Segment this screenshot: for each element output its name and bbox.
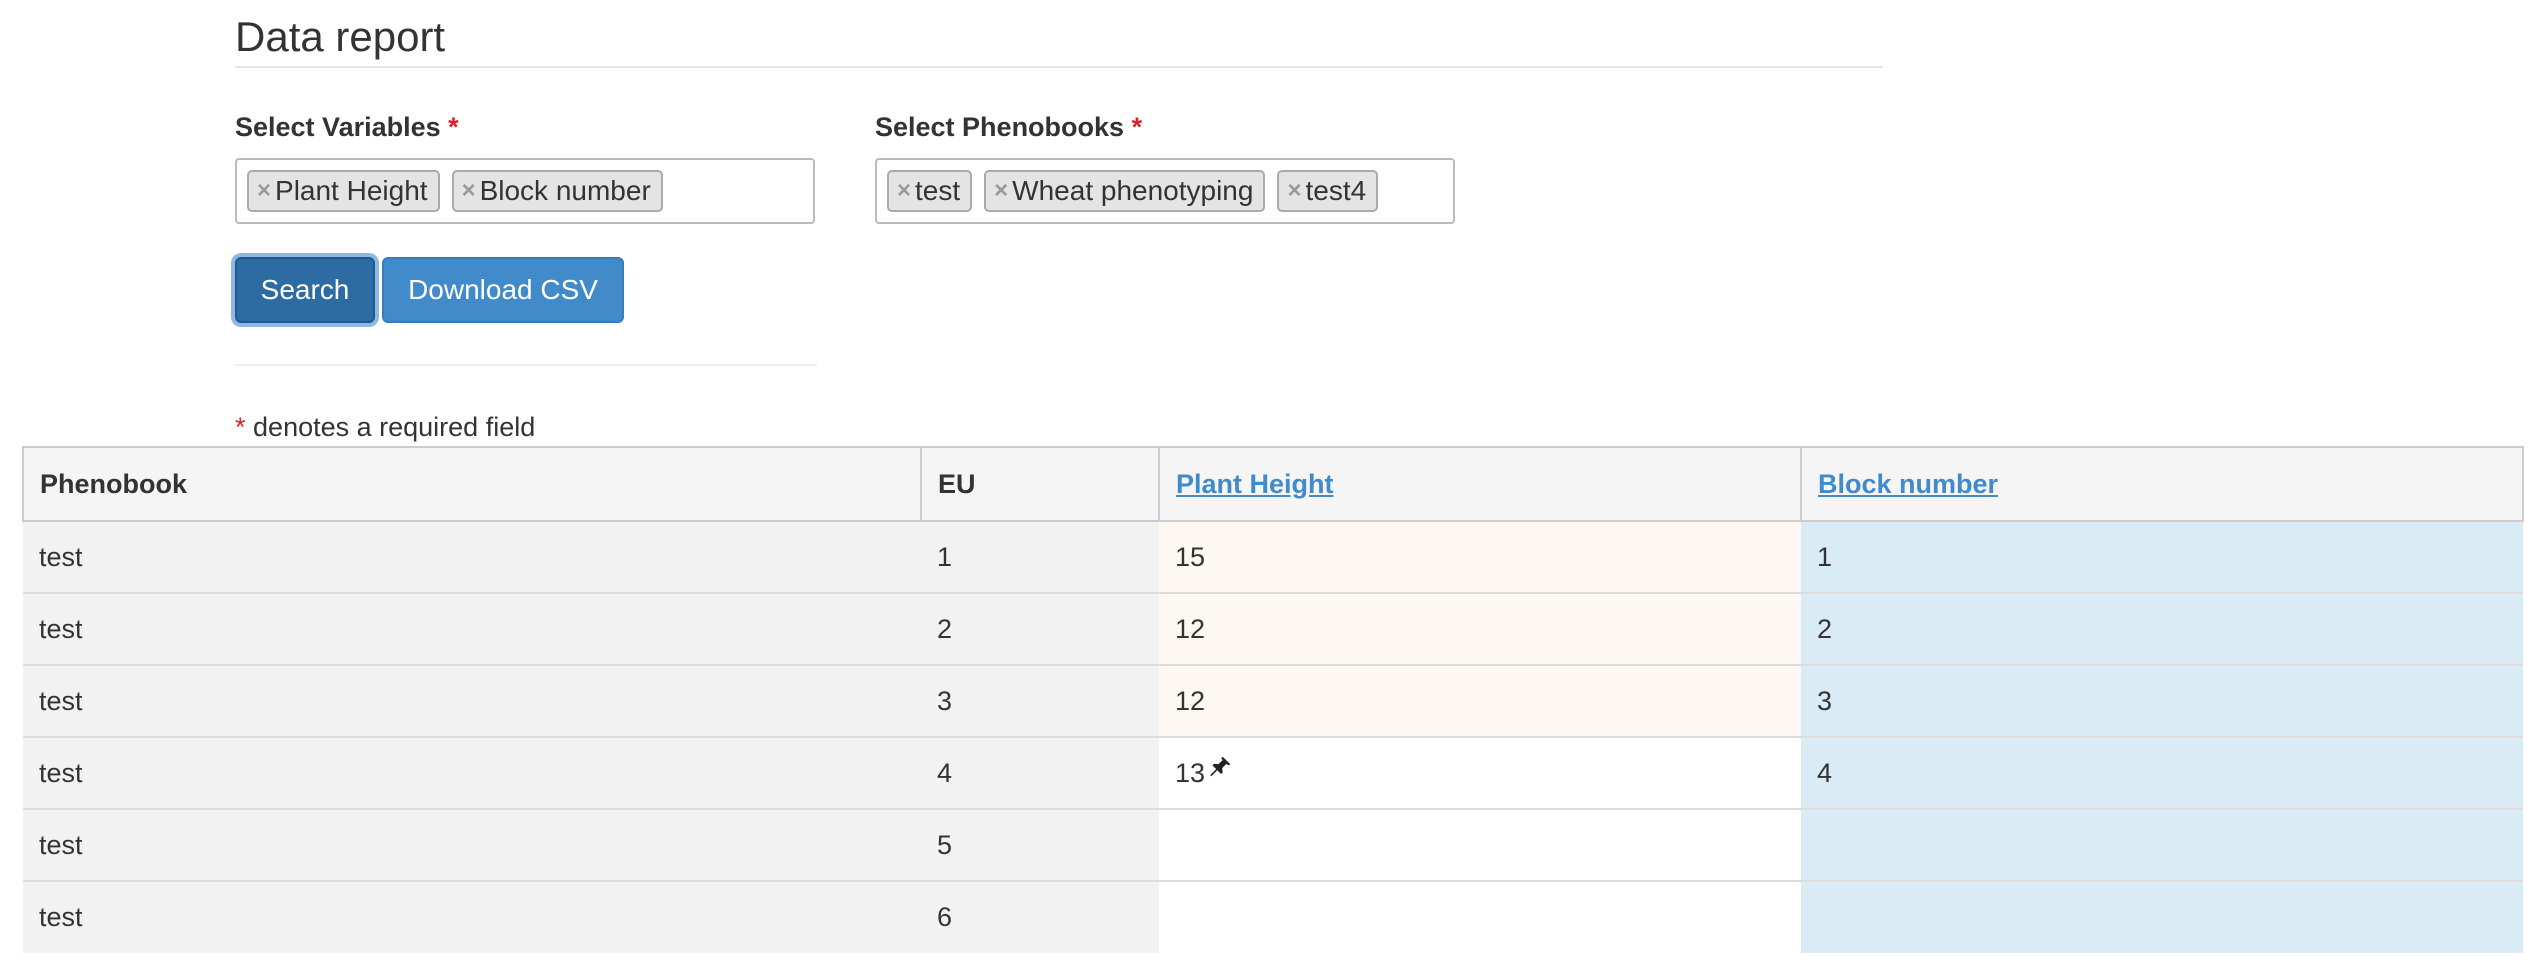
cell-block-number [1801, 880, 2523, 953]
phenobook-chip-label: test4 [1305, 175, 1367, 206]
column-header-plant-height: Plant Height [1158, 446, 1802, 522]
table-row: test 6 [23, 880, 2523, 953]
table-row: test 4 13 4 [23, 736, 2523, 809]
cell-eu: 3 [921, 664, 1159, 737]
cell-block-number [1801, 808, 2523, 881]
cell-phenobook: test [23, 520, 921, 593]
cell-block-number: 1 [1801, 520, 2523, 593]
cell-plant-height: 12 [1159, 664, 1801, 737]
pin-icon[interactable] [1207, 754, 1233, 787]
cell-plant-height: 15 [1159, 520, 1801, 593]
cell-block-number: 4 [1801, 736, 2523, 809]
required-note-text: denotes a required field [253, 412, 536, 442]
required-marker: * [1131, 112, 1143, 142]
form-divider [235, 364, 817, 366]
report-table: Phenobook EU Plant Height Block number t… [22, 446, 2524, 953]
cell-plant-height: 13 [1159, 736, 1801, 809]
cell-eu: 4 [921, 736, 1159, 809]
cell-phenobook: test [23, 664, 921, 737]
table-row: test 2 12 2 [23, 592, 2523, 665]
cell-phenobook: test [23, 592, 921, 665]
data-report-page: Data report Select Variables * Select Ph… [0, 0, 2530, 966]
download-csv-button[interactable]: Download CSV [382, 257, 624, 323]
phenobooks-multiselect[interactable]: × test × Wheat phenotyping × test4 [875, 158, 1455, 224]
required-marker: * [235, 412, 246, 442]
variables-multiselect[interactable]: × Plant Height × Block number [235, 158, 815, 224]
cell-block-number: 2 [1801, 592, 2523, 665]
cell-eu: 1 [921, 520, 1159, 593]
remove-chip-icon[interactable]: × [462, 177, 476, 205]
cell-phenobook: test [23, 736, 921, 809]
block-number-column-link[interactable]: Block number [1818, 469, 1998, 499]
cell-plant-height: 12 [1159, 592, 1801, 665]
variable-chip-label: Block number [479, 175, 651, 206]
cell-plant-height [1159, 880, 1801, 953]
cell-plant-height [1159, 808, 1801, 881]
phenobook-chip: × test4 [1277, 170, 1379, 212]
remove-chip-icon[interactable]: × [897, 177, 911, 205]
select-phenobooks-label-text: Select Phenobooks [875, 112, 1125, 142]
required-marker: * [448, 112, 459, 142]
table-row: test 3 12 3 [23, 664, 2523, 737]
table-row: test 1 15 1 [23, 520, 2523, 593]
table-header-row: Phenobook EU Plant Height Block number [22, 446, 2524, 522]
select-variables-label-text: Select Variables [235, 112, 441, 142]
column-header-block-number: Block number [1800, 446, 2524, 522]
phenobook-chip: × test [887, 170, 973, 212]
select-variables-label: Select Variables * [235, 110, 459, 144]
plant-height-column-link[interactable]: Plant Height [1176, 469, 1334, 499]
cell-plant-height-value: 13 [1175, 757, 1206, 788]
phenobook-chip: × Wheat phenotyping [984, 170, 1266, 212]
cell-eu: 5 [921, 808, 1159, 881]
cell-eu: 6 [921, 880, 1159, 953]
remove-chip-icon[interactable]: × [257, 177, 271, 205]
title-divider [235, 66, 1883, 68]
remove-chip-icon[interactable]: × [1287, 177, 1301, 205]
column-header-phenobook: Phenobook [22, 446, 922, 522]
select-phenobooks-label: Select Phenobooks * [875, 110, 1142, 144]
variable-chip: × Plant Height [247, 170, 440, 212]
page-title: Data report [235, 13, 446, 60]
phenobook-chip-label: Wheat phenotyping [1012, 175, 1254, 206]
cell-phenobook: test [23, 880, 921, 953]
remove-chip-icon[interactable]: × [994, 177, 1008, 205]
variable-chip-label: Plant Height [275, 175, 428, 206]
phenobook-chip-label: test [915, 175, 961, 206]
table-row: test 5 [23, 808, 2523, 881]
cell-eu: 2 [921, 592, 1159, 665]
variable-chip: × Block number [451, 170, 663, 212]
cell-phenobook: test [23, 808, 921, 881]
column-header-eu: EU [920, 446, 1160, 522]
search-button[interactable]: Search [235, 257, 375, 323]
cell-block-number: 3 [1801, 664, 2523, 737]
required-field-note: * denotes a required field [235, 410, 535, 444]
